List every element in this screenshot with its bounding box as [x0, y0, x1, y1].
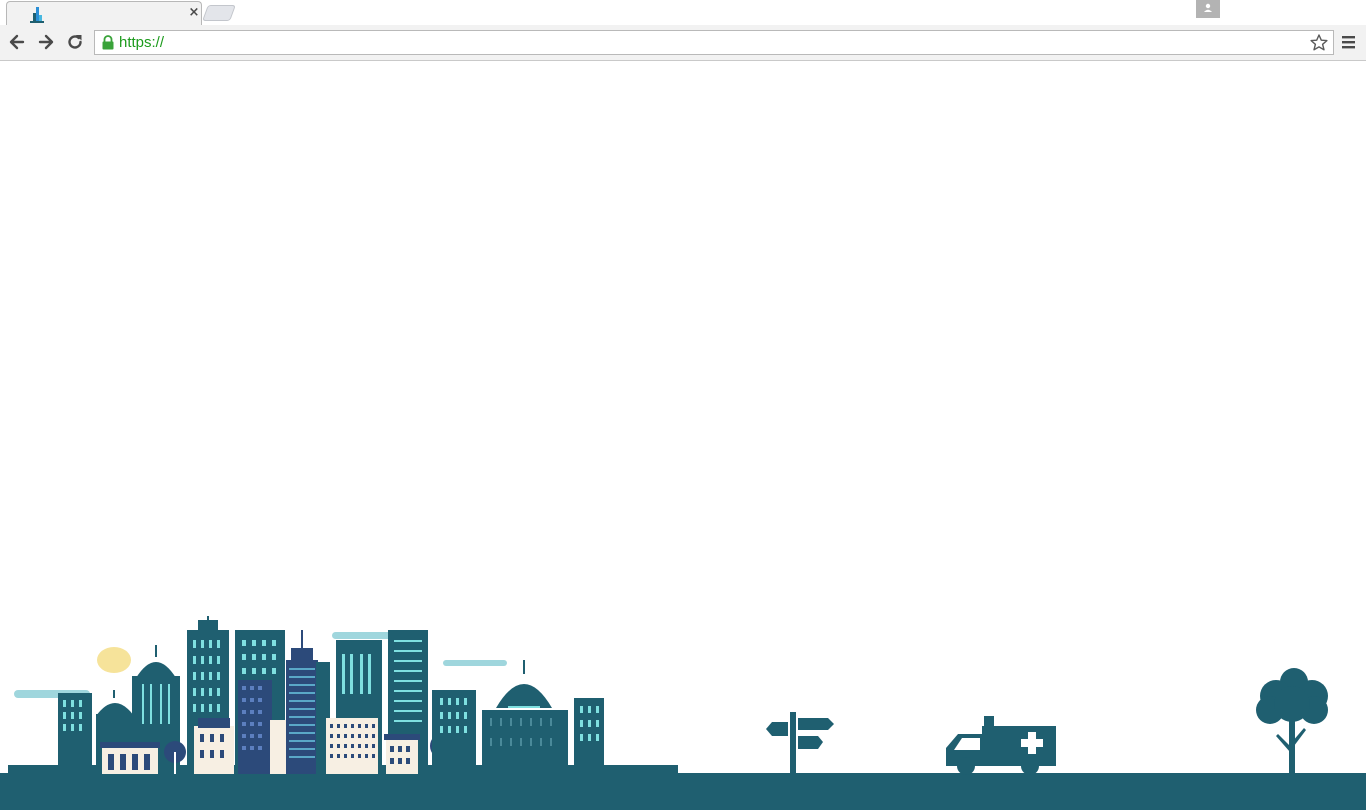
tab-strip: ×: [0, 0, 1366, 25]
building-favicon-icon: [30, 7, 44, 23]
sun: [97, 647, 131, 673]
new-tab-button[interactable]: [202, 5, 236, 21]
back-arrow-icon[interactable]: [7, 32, 27, 52]
reload-icon[interactable]: [65, 32, 85, 52]
tree-icon: [1256, 668, 1328, 774]
city-skyline-illustration: [0, 616, 1366, 810]
url-text[interactable]: https://: [119, 34, 164, 51]
cloud: [443, 660, 507, 666]
lock-icon: [102, 35, 114, 50]
browser-chrome: × https://: [0, 0, 1366, 61]
profile-avatar-icon[interactable]: [1196, 0, 1220, 18]
star-icon[interactable]: [1309, 33, 1329, 53]
forward-arrow-icon[interactable]: [36, 32, 56, 52]
address-bar[interactable]: https://: [94, 30, 1334, 55]
building: [432, 690, 476, 774]
tab-close-icon[interactable]: ×: [186, 5, 202, 21]
signpost-icon: [766, 712, 834, 774]
cream-building: [386, 738, 418, 774]
capitol-building: [482, 710, 568, 774]
ground-band: [0, 773, 1366, 810]
ambulance-icon: [946, 716, 1056, 775]
toolbar: https://: [0, 25, 1366, 61]
menu-icon[interactable]: [1340, 34, 1358, 50]
tab-active[interactable]: ×: [6, 1, 202, 25]
